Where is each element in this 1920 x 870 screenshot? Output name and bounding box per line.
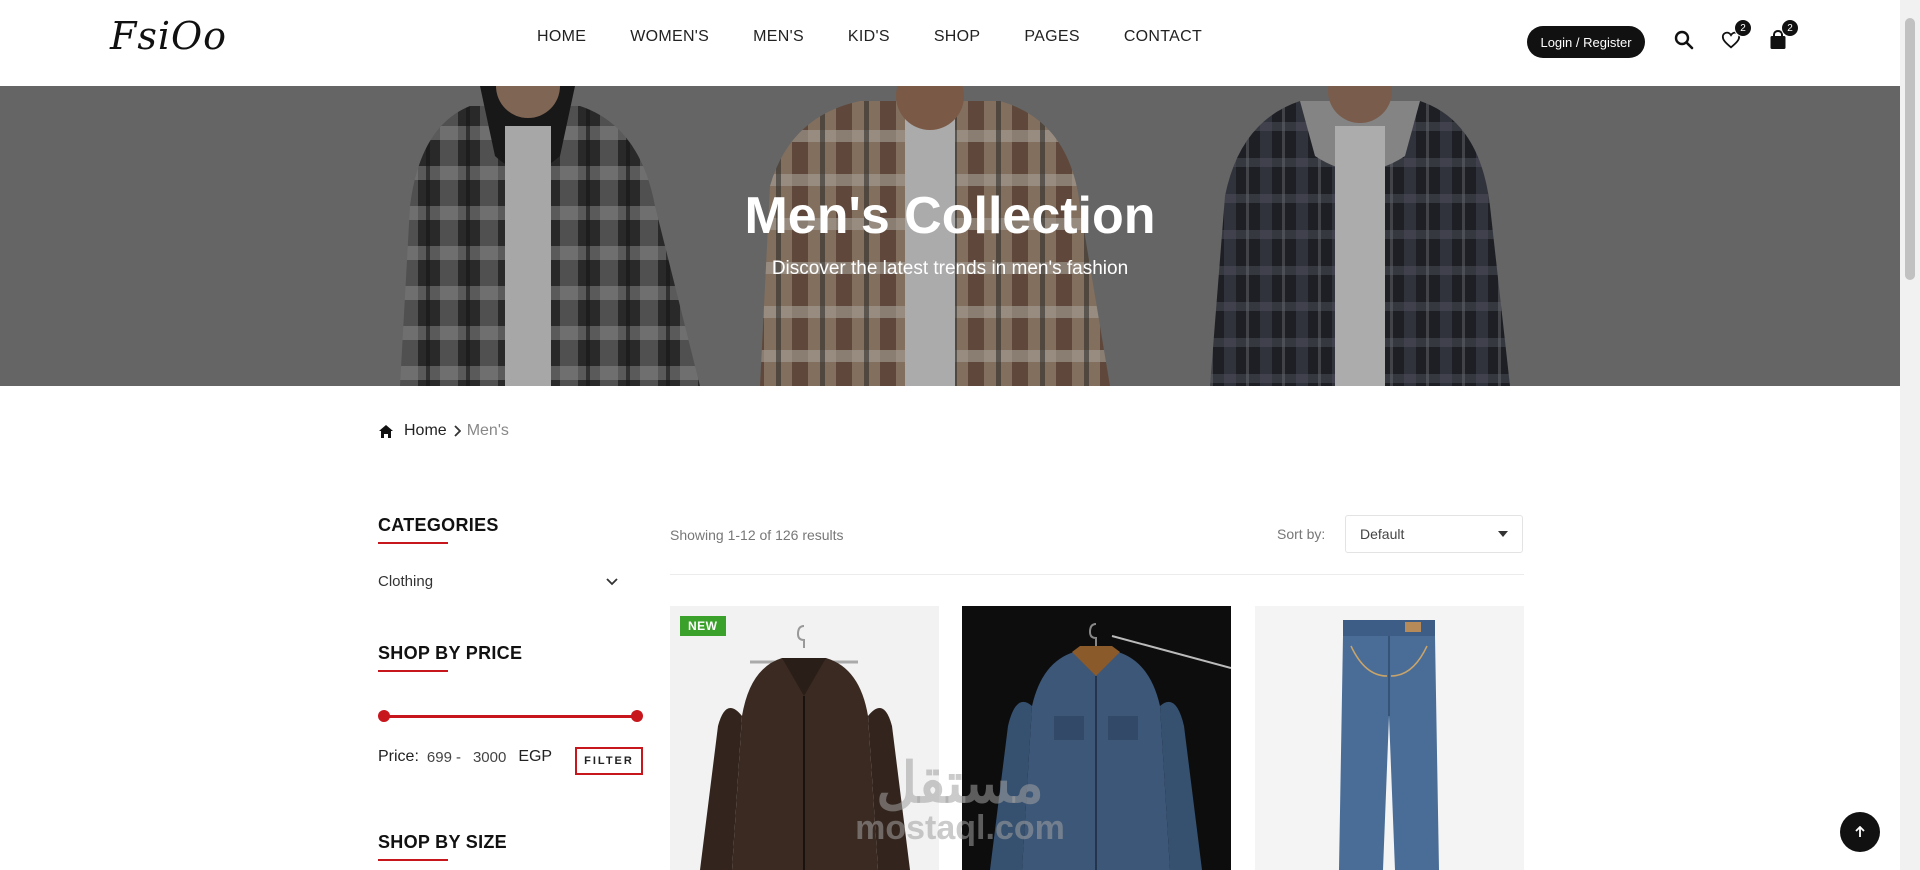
main-nav: HOME WOMEN'S MEN'S KID'S SHOP PAGES CONT… xyxy=(537,28,1246,46)
price-max-handle[interactable] xyxy=(631,710,643,722)
cart-button[interactable]: 2 xyxy=(1765,19,1799,53)
category-label: Clothing xyxy=(378,573,434,590)
nav-kids[interactable]: KID'S xyxy=(848,28,890,46)
caret-down-icon xyxy=(1498,531,1508,537)
nav-contact[interactable]: CONTACT xyxy=(1124,28,1202,46)
breadcrumb-current: Men's xyxy=(466,422,509,439)
nav-home[interactable]: HOME xyxy=(537,28,586,46)
home-icon xyxy=(379,424,393,438)
price-readout: Price: 699 - 3000 EGP xyxy=(378,748,552,766)
sort-label: Sort by: xyxy=(1277,526,1326,542)
breadcrumb-home-link[interactable]: Home xyxy=(404,422,447,440)
product-image-jeans xyxy=(1339,620,1439,870)
hero-banner: Men's Collection Discover the latest tre… xyxy=(0,86,1900,386)
nav-pages[interactable]: PAGES xyxy=(1024,28,1079,46)
site-header: FsiOo HOME WOMEN'S MEN'S KID'S SHOP PAGE… xyxy=(0,0,1900,86)
price-min-value: 699 xyxy=(426,748,452,766)
wishlist-button[interactable]: 2 xyxy=(1718,19,1752,53)
toolbar-divider xyxy=(670,574,1524,575)
price-min-handle[interactable] xyxy=(378,710,390,722)
watermark-latin: mostaql.com xyxy=(855,809,1065,847)
chevron-down-icon[interactable] xyxy=(606,577,618,586)
shop-by-size-heading: SHOP BY SIZE xyxy=(378,832,507,861)
wishlist-count-badge: 2 xyxy=(1734,19,1752,37)
arrow-up-icon xyxy=(1855,826,1865,837)
price-range-slider[interactable] xyxy=(378,710,643,722)
sort-selected-value: Default xyxy=(1360,526,1405,542)
price-label: Price: xyxy=(378,748,419,765)
scrollbar-thumb[interactable] xyxy=(1905,18,1915,280)
sort-select[interactable]: Default xyxy=(1345,515,1523,553)
back-to-top-button[interactable] xyxy=(1840,812,1880,852)
breadcrumb: Home Men's xyxy=(378,422,509,440)
price-separator: - xyxy=(455,748,461,766)
nav-shop[interactable]: SHOP xyxy=(934,28,981,46)
price-range-track xyxy=(384,715,637,718)
cart-count-badge: 2 xyxy=(1781,19,1799,37)
category-item-clothing[interactable]: Clothing xyxy=(378,573,618,590)
new-badge: NEW xyxy=(680,616,726,636)
price-max-value: 3000 xyxy=(472,748,507,766)
categories-heading: CATEGORIES xyxy=(378,515,499,544)
watermark: مستقل mostaql.com xyxy=(840,751,1080,847)
watermark-arabic: مستقل xyxy=(876,751,1044,814)
shop-by-price-heading: SHOP BY PRICE xyxy=(378,643,523,672)
login-register-button[interactable]: Login / Register xyxy=(1527,26,1645,58)
hero-subtitle: Discover the latest trends in men's fash… xyxy=(771,258,1129,279)
filter-button[interactable]: FILTER xyxy=(575,747,643,775)
search-icon[interactable] xyxy=(1671,27,1697,53)
results-count: Showing 1-12 of 126 results xyxy=(670,527,844,543)
product-card[interactable] xyxy=(1255,606,1524,870)
nav-mens[interactable]: MEN'S xyxy=(753,28,804,46)
site-logo[interactable]: FsiOo xyxy=(110,14,227,58)
page-scrollbar[interactable] xyxy=(1900,0,1920,870)
chevron-right-icon xyxy=(454,425,461,437)
hero-title: Men's Collection xyxy=(744,187,1156,245)
price-currency: EGP xyxy=(518,748,553,765)
nav-womens[interactable]: WOMEN'S xyxy=(630,28,709,46)
